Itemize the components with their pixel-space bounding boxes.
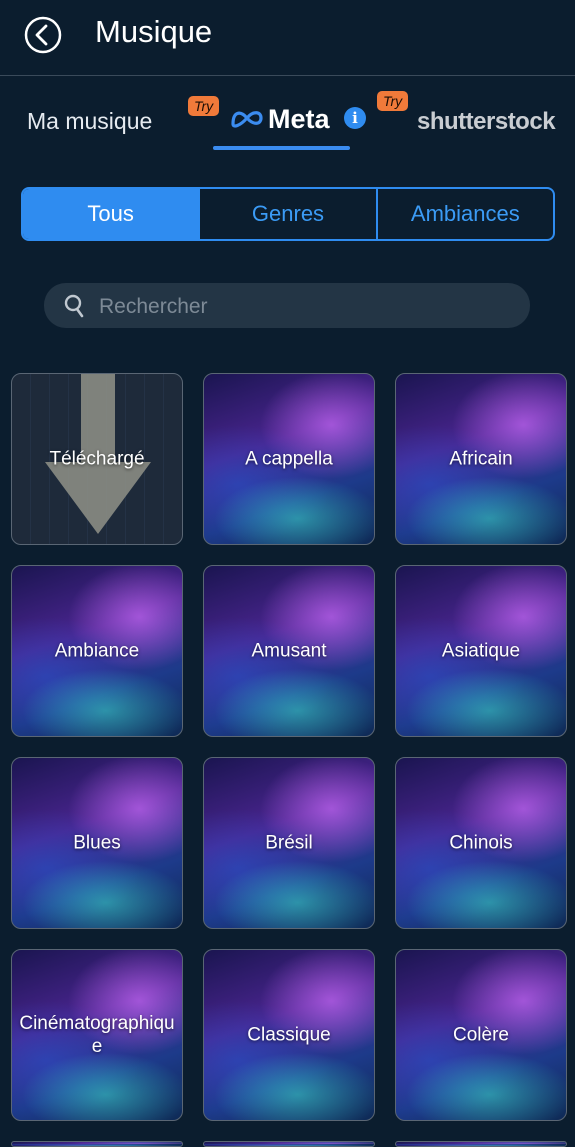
tile-asiatique[interactable]: Asiatique: [395, 565, 567, 737]
app-header: Musique: [0, 0, 575, 76]
tile-telecharge[interactable]: Téléchargé: [11, 373, 183, 545]
category-segmented-control: Tous Genres Ambiances: [21, 187, 555, 241]
tile-label: Colère: [453, 1024, 509, 1046]
tile-partial[interactable]: [203, 1141, 375, 1147]
segment-ambiances[interactable]: Ambiances: [375, 189, 553, 239]
try-badge: Try: [377, 91, 409, 111]
meta-logo-icon: [231, 111, 263, 128]
tile-label: Téléchargé: [49, 448, 145, 470]
info-icon[interactable]: i: [344, 107, 366, 129]
tile-label: Cinématographique: [19, 1013, 175, 1057]
try-badge: Try: [188, 96, 220, 116]
tab-my-music[interactable]: Ma musique: [27, 108, 152, 135]
tile-ambiance[interactable]: Ambiance: [11, 565, 183, 737]
back-icon[interactable]: [24, 16, 62, 54]
tile-colere[interactable]: Colère: [395, 949, 567, 1121]
tile-africain[interactable]: Africain: [395, 373, 567, 545]
tile-a-cappella[interactable]: A cappella: [203, 373, 375, 545]
tile-bresil[interactable]: Brésil: [203, 757, 375, 929]
tile-label: Africain: [449, 448, 513, 470]
tile-label: Blues: [73, 832, 121, 854]
tile-label: Classique: [247, 1024, 331, 1046]
tab-meta[interactable]: Meta i: [230, 104, 370, 138]
tile-label: Asiatique: [441, 640, 521, 662]
search-input[interactable]: [97, 283, 501, 330]
tile-label: Brésil: [265, 832, 313, 854]
segment-tous[interactable]: Tous: [23, 189, 199, 239]
tile-label: Amusant: [251, 640, 327, 662]
tile-cinematographique[interactable]: Cinématographique: [11, 949, 183, 1121]
tile-label: Chinois: [449, 832, 513, 854]
active-tab-indicator: [213, 146, 350, 150]
tile-blues[interactable]: Blues: [11, 757, 183, 929]
page-title: Musique: [95, 14, 213, 49]
tile-label: Ambiance: [54, 640, 140, 662]
meta-tab-label: Meta: [268, 104, 330, 134]
search-bar: [44, 283, 530, 330]
tile-partial[interactable]: [11, 1141, 183, 1147]
segment-genres[interactable]: Genres: [198, 189, 375, 239]
tile-amusant[interactable]: Amusant: [203, 565, 375, 737]
tile-partial[interactable]: [395, 1141, 567, 1147]
tile-classique[interactable]: Classique: [203, 949, 375, 1121]
tab-shutterstock[interactable]: shutterstock: [417, 108, 556, 136]
search-icon: [64, 294, 84, 318]
tile-label: A cappella: [245, 448, 333, 470]
tile-chinois[interactable]: Chinois: [395, 757, 567, 929]
source-tabs: Ma musique Try Meta i Try shutterstock: [0, 76, 575, 156]
